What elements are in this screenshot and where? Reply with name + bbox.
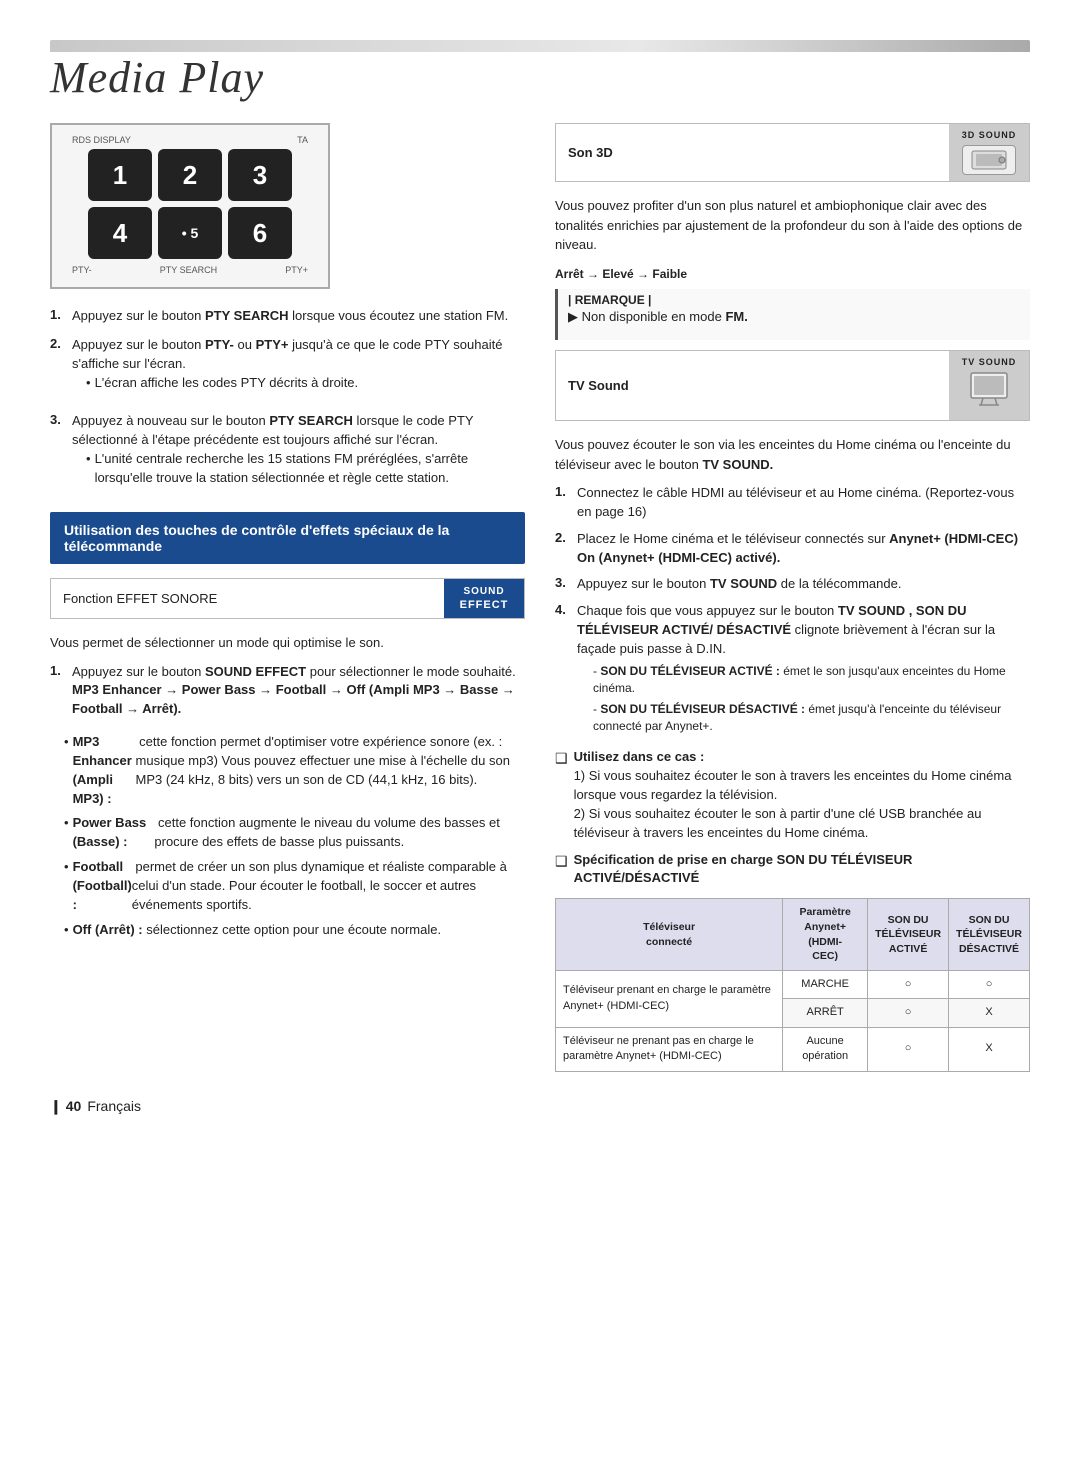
son3d-button[interactable]: 3D SOUND [949,124,1029,181]
td-active-2: ○ [868,999,949,1027]
remarque-title: | REMARQUE | [568,293,1020,307]
key-3: 3 [228,149,292,201]
td-inactive-2: X [949,999,1030,1027]
sound-instruction-1: 1. Appuyez sur le bouton SOUND EFFECT po… [50,663,525,720]
son3d-top-label: 3D SOUND [962,130,1017,140]
td-active-1: ○ [868,970,949,998]
bullet-off: Off (Arrêt) : sélectionnez cette option … [64,921,525,940]
tvsound-button[interactable]: TV SOUND [949,351,1029,420]
tvsound-btn-label: TV SOUND [962,357,1017,367]
td-tv-3: Téléviseur ne prenant pas en charge le p… [556,1027,783,1071]
checkbox-utilise-text: Utilisez dans ce cas : 1) Si vous souhai… [574,748,1030,842]
bullet-2-1: L'écran affiche les codes PTY décrits à … [86,374,525,393]
son3d-intro: Vous pouvez profiter d'un son plus natur… [555,196,1030,255]
label-rds: RDS DISPLAY [72,135,131,145]
keypad-row-2: 4 • 5 6 [68,207,312,259]
tv-instruction-4: 4. Chaque fois que vous appuyez sur le b… [555,602,1030,738]
page-number: ❙ [50,1098,62,1115]
checkbox-spec-text: Spécification de prise en charge SON DU … [574,851,1030,889]
page-container: Media Play RDS DISPLAY TA 1 2 3 4 • 5 6 [0,0,1080,1155]
td-param-3: Aucune opération [783,1027,868,1071]
tvsound-instructions: 1. Connectez le câble HDMI au téléviseur… [555,484,1030,738]
page-title: Media Play [50,52,1030,103]
key-5: • 5 [158,207,222,259]
checkbox-icon-utilise: ❑ [555,750,568,767]
td-inactive-1: ○ [949,970,1030,998]
instruction-3-bullets: L'unité centrale recherche les 15 statio… [86,450,525,488]
instruction-2-bullets: L'écran affiche les codes PTY décrits à … [86,374,525,393]
page-number-text: 40 [66,1098,82,1114]
left-column: RDS DISPLAY TA 1 2 3 4 • 5 6 PTY- PTY SE… [50,123,525,1072]
bullet-bass: Power Bass (Basse) : cette fonction augm… [64,814,525,852]
tv-instruction-2: 2. Placez le Home cinéma et le téléviseu… [555,530,1030,568]
tv-instruction-1: 1. Connectez le câble HDMI au téléviseur… [555,484,1030,522]
key-1: 1 [88,149,152,201]
table-row-1: Téléviseur prenant en charge le paramètr… [556,970,1030,998]
page-language: Français [87,1098,141,1114]
keypad-row-1: 1 2 3 [68,149,312,201]
remarque-box: | REMARQUE | ▶ Non disponible en mode FM… [555,289,1030,341]
th-inactive: SON DUTÉLÉVISEURDÉSACTIVÉ [949,899,1030,971]
sub-item-inactive: - SON DU TÉLÉVISEUR DÉSACTIVÉ : émet jus… [593,701,1030,736]
sound-intro: Vous permet de sélectionner un mode qui … [50,633,525,653]
td-tv-1: Téléviseur prenant en charge le paramètr… [556,970,783,1027]
key-2: 2 [158,149,222,201]
keypad-bottom-labels: PTY- PTY SEARCH PTY+ [68,265,312,275]
spec-table: Téléviseurconnecté ParamètreAnynet+(HDMI… [555,898,1030,1071]
sound-bullet-list: MP3 Enhancer (Ampli MP3) : cette fonctio… [64,733,525,939]
two-col-layout: RDS DISPLAY TA 1 2 3 4 • 5 6 PTY- PTY SE… [50,123,1030,1072]
td-inactive-3: X [949,1027,1030,1071]
tvsound-label: TV Sound [556,351,949,420]
th-parametre: ParamètreAnynet+(HDMI-CEC) [783,899,868,971]
key-6: 6 [228,207,292,259]
son3d-label: Son 3D [556,124,949,181]
tvsound-intro: Vous pouvez écouter le son via les encei… [555,435,1030,474]
sound-effect-label: Fonction EFFET SONORE [51,579,444,618]
checkbox-spec: ❑ Spécification de prise en charge SON D… [555,851,1030,889]
page-footer: ❙ 40 Français [50,1090,1030,1115]
checkbox-icon-spec: ❑ [555,853,568,870]
table-header-row: Téléviseurconnecté ParamètreAnynet+(HDMI… [556,899,1030,971]
arrow-line: Arrêt → Elevé → Faible [555,265,1030,283]
label-pty-plus: PTY+ [285,265,308,275]
instruction-1: 1. Appuyez sur le bouton PTY SEARCH lors… [50,307,525,326]
sound-btn-bottom: EFFECT [460,598,509,612]
keypad-box: RDS DISPLAY TA 1 2 3 4 • 5 6 PTY- PTY SE… [50,123,330,289]
bullet-football: Football (Football) : permet de créer un… [64,858,525,915]
th-televiseur: Téléviseurconnecté [556,899,783,971]
td-param-1: MARCHE [783,970,868,998]
son3d-btn-inner [962,145,1016,175]
sound-btn-top: SOUND [463,585,504,598]
tv-instruction-4-subs: - SON DU TÉLÉVISEUR ACTIVÉ : émet le son… [593,663,1030,736]
td-active-3: ○ [868,1027,949,1071]
tv-icon [967,371,1011,414]
keypad-top-labels: RDS DISPLAY TA [68,135,312,145]
checkbox-utilise: ❑ Utilisez dans ce cas : 1) Si vous souh… [555,748,1030,842]
label-ta: TA [297,135,308,145]
sound-effect-row: Fonction EFFET SONORE SOUND EFFECT [50,578,525,619]
th-active: SON DUTÉLÉVISEURACTIVÉ [868,899,949,971]
sub-item-active: - SON DU TÉLÉVISEUR ACTIVÉ : émet le son… [593,663,1030,698]
section-header: Utilisation des touches de contrôle d'ef… [50,512,525,564]
label-pty-minus: PTY- [72,265,92,275]
tvsound-row: TV Sound TV SOUND [555,350,1030,421]
bullet-mp3: MP3 Enhancer (Ampli MP3) : cette fonctio… [64,733,525,808]
right-column: Son 3D 3D SOUND Vous pouvez profiter d'u… [555,123,1030,1072]
sound-instructions: 1. Appuyez sur le bouton SOUND EFFECT po… [50,663,525,720]
header-strip [50,40,1030,52]
remarque-text: ▶ Non disponible en mode FM. [568,307,1020,327]
tv-instruction-3: 3. Appuyez sur le bouton TV SOUND de la … [555,575,1030,594]
sound-effect-button[interactable]: SOUND EFFECT [444,579,524,618]
label-pty-search: PTY SEARCH [160,265,217,275]
bullet-3-1: L'unité centrale recherche les 15 statio… [86,450,525,488]
td-param-2: ARRÊT [783,999,868,1027]
instruction-3: 3. Appuyez à nouveau sur le bouton PTY S… [50,412,525,497]
table-row-3: Téléviseur ne prenant pas en charge le p… [556,1027,1030,1071]
key-4: 4 [88,207,152,259]
instruction-2: 2. Appuyez sur le bouton PTY- ou PTY+ ju… [50,336,525,403]
pty-instructions: 1. Appuyez sur le bouton PTY SEARCH lors… [50,307,525,498]
son3d-row: Son 3D 3D SOUND [555,123,1030,182]
